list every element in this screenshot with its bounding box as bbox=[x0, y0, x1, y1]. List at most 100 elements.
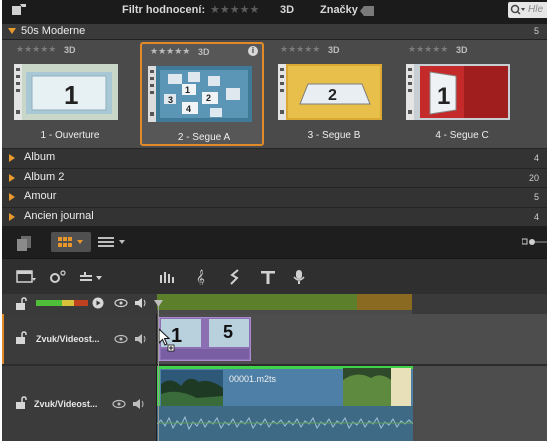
thumbnail-number: 1 bbox=[64, 80, 78, 110]
expand-arrow-icon[interactable] bbox=[9, 193, 15, 201]
mouse-cursor-icon bbox=[158, 328, 175, 352]
tools-icon[interactable] bbox=[12, 4, 26, 16]
svg-text:3: 3 bbox=[168, 95, 173, 105]
eye-icon[interactable] bbox=[114, 334, 128, 344]
filter-toolbar: Filtr hodnocení: ★★★★★ 3D Značky Hle bbox=[2, 0, 547, 24]
thumbnail-image: 1 bbox=[14, 64, 118, 120]
svg-text:5: 5 bbox=[223, 322, 233, 342]
track-name[interactable]: Zvuk/Videost... bbox=[36, 334, 99, 344]
svg-text:4: 4 bbox=[186, 104, 191, 114]
eye-icon[interactable] bbox=[112, 399, 126, 409]
svg-text:𝄞: 𝄞 bbox=[196, 269, 205, 285]
expand-arrow-icon[interactable] bbox=[9, 212, 15, 221]
tag-icon[interactable] bbox=[360, 6, 374, 16]
album-count: 5 bbox=[533, 192, 539, 202]
search-input[interactable]: Hle bbox=[508, 2, 547, 18]
grid-view-button[interactable] bbox=[51, 232, 91, 252]
album-list: Album 4 Album 2 20 Amour 5 Ancien journa… bbox=[2, 148, 547, 226]
album-count: 20 bbox=[528, 172, 539, 183]
album-row[interactable]: Album 2 20 bbox=[2, 167, 547, 187]
zoom-slider[interactable] bbox=[522, 236, 547, 248]
master-volume-meter bbox=[36, 300, 88, 306]
thumbnail-rating[interactable]: ★★★★★ bbox=[280, 44, 320, 55]
library-view-toolbar bbox=[2, 226, 547, 258]
album-name: Album 2 bbox=[24, 170, 65, 183]
thumbnail-image: 2 bbox=[278, 64, 382, 120]
track-lane[interactable]: 1 5 bbox=[157, 314, 547, 364]
thumbnail-number: 1 bbox=[437, 83, 450, 110]
svg-text:2: 2 bbox=[206, 93, 211, 103]
thumbnail-3d-badge: 3D bbox=[64, 45, 76, 55]
music-note-icon[interactable]: 𝄞 bbox=[194, 269, 210, 285]
collapse-arrow-icon[interactable] bbox=[8, 28, 16, 34]
filter-3d-toggle[interactable]: 3D bbox=[280, 4, 294, 16]
track-name[interactable]: Zvuk/Videost... bbox=[34, 399, 97, 409]
grid-view-icon bbox=[58, 237, 83, 247]
svg-text:1: 1 bbox=[185, 85, 190, 95]
playhead-marker-icon[interactable] bbox=[154, 300, 163, 308]
thumbnail-caption: 2 - Segue A bbox=[177, 132, 231, 143]
album-name: Album bbox=[24, 151, 56, 163]
eye-icon[interactable] bbox=[114, 298, 128, 308]
rating-filter-stars[interactable]: ★★★★★ bbox=[210, 3, 259, 16]
lock-icon[interactable] bbox=[14, 297, 28, 311]
list-view-icon[interactable] bbox=[96, 234, 128, 250]
album-row[interactable]: Album 4 bbox=[2, 148, 547, 168]
thumbnail-caption: 3 - Segue B bbox=[307, 130, 361, 141]
thumbnail-image: 1 bbox=[406, 64, 510, 120]
thumbnail-caption: 1 - Ouverture bbox=[40, 130, 100, 141]
thumbnail-item[interactable]: ★★★★★ 3D 1 4 - Segue C bbox=[400, 42, 524, 146]
collection-name: 50s Moderne bbox=[21, 25, 86, 37]
lock-icon[interactable] bbox=[14, 331, 28, 345]
thumbnail-item[interactable]: ★★★★★ 3D 2 3 - Segue B bbox=[272, 42, 396, 146]
track-header[interactable]: Zvuk/Videost... bbox=[2, 366, 157, 441]
thumbnail-rating[interactable]: ★★★★★ bbox=[150, 46, 190, 57]
thumbnail-item-selected[interactable]: ★★★★★ 3D i 1 2 3 4 2 - Segue A bbox=[140, 42, 264, 146]
speaker-icon[interactable] bbox=[134, 297, 148, 309]
thumbnail-3d-badge: 3D bbox=[328, 45, 340, 55]
speaker-icon[interactable] bbox=[132, 398, 146, 410]
settings-gear-icon[interactable] bbox=[48, 269, 70, 285]
speaker-icon[interactable] bbox=[134, 333, 148, 345]
collection-header[interactable]: 50s Moderne 5 bbox=[2, 24, 547, 40]
playhead[interactable] bbox=[158, 300, 159, 441]
thumbnail-3d-badge: 3D bbox=[456, 45, 468, 55]
track-header[interactable]: Zvuk/Videost... bbox=[2, 314, 157, 364]
storyboard-icon[interactable] bbox=[16, 269, 36, 285]
album-row[interactable]: Ancien journal 4 bbox=[2, 206, 547, 226]
thumbnail-rating[interactable]: ★★★★★ bbox=[16, 44, 56, 55]
track-options-icon[interactable] bbox=[78, 269, 104, 285]
thumbnail-rating[interactable]: ★★★★★ bbox=[408, 44, 448, 55]
thumbnail-number: 2 bbox=[328, 87, 337, 104]
album-row[interactable]: Amour 5 bbox=[2, 187, 547, 207]
clip-title: 00001.m2ts bbox=[229, 374, 277, 384]
expand-arrow-icon[interactable] bbox=[9, 154, 15, 162]
album-name: Amour bbox=[24, 190, 57, 202]
track-lane[interactable]: 00001.m2ts bbox=[157, 366, 547, 441]
stack-icon[interactable] bbox=[16, 235, 32, 251]
timeline-toolbar: 𝄞 bbox=[2, 258, 547, 294]
album-count: 4 bbox=[533, 153, 539, 163]
search-icon[interactable] bbox=[510, 4, 526, 16]
tags-filter-label[interactable]: Značky bbox=[320, 4, 358, 16]
thumbnail-image: 1 2 3 4 bbox=[148, 66, 252, 122]
app-window: Filtr hodnocení: ★★★★★ 3D Značky Hle 50s… bbox=[2, 0, 547, 441]
thumbnail-caption: 4 - Segue C bbox=[435, 130, 489, 141]
album-count: 4 bbox=[533, 211, 539, 222]
album-name: Ancien journal bbox=[24, 209, 94, 222]
expand-arrow-icon[interactable] bbox=[9, 173, 15, 182]
microphone-icon[interactable] bbox=[292, 269, 306, 285]
video-clip[interactable]: 00001.m2ts bbox=[157, 366, 413, 441]
thumbnail-3d-badge: 3D bbox=[198, 47, 210, 57]
lock-icon[interactable] bbox=[14, 396, 28, 410]
info-icon[interactable]: i bbox=[248, 46, 258, 56]
thumbnail-item[interactable]: ★★★★★ 3D 1 1 - Ouverture bbox=[8, 42, 132, 146]
timeline-range-bar[interactable] bbox=[157, 294, 412, 314]
title-text-icon[interactable] bbox=[260, 269, 276, 285]
play-icon[interactable] bbox=[92, 297, 104, 309]
thumbnail-strip: ★★★★★ 3D 1 1 - Ouverture ★★★★★ 3D i 1 2 … bbox=[2, 40, 547, 148]
rating-filter-label: Filtr hodnocení: bbox=[122, 4, 206, 16]
search-placeholder: Hle bbox=[528, 4, 544, 15]
smart-movie-icon[interactable] bbox=[228, 269, 242, 285]
audio-mixer-icon[interactable] bbox=[158, 269, 178, 285]
